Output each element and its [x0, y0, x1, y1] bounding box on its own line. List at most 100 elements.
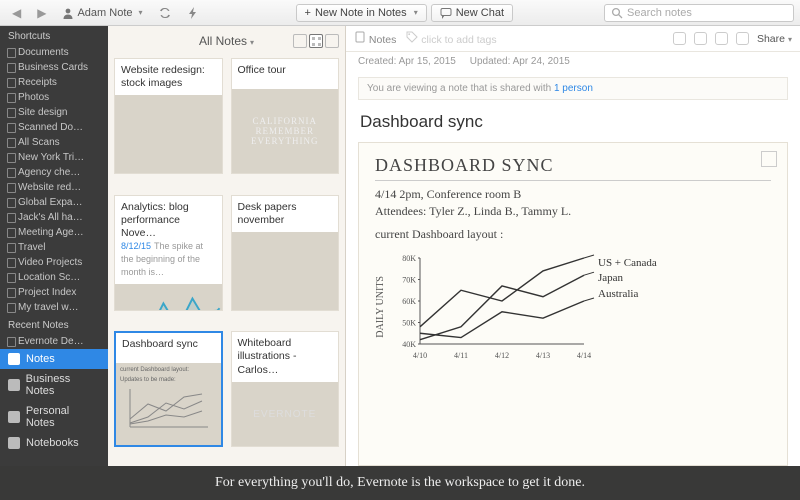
- main-area: Shortcuts DocumentsBusiness CardsReceipt…: [0, 26, 800, 466]
- sync-button[interactable]: [153, 5, 177, 21]
- sidebar-shortcut[interactable]: Location Sc…: [0, 270, 108, 285]
- note-meta: Created: Apr 15, 2015 Updated: Apr 24, 2…: [346, 52, 800, 71]
- nav-forward-button[interactable]: ▶: [31, 4, 52, 22]
- sidebar-shortcut[interactable]: Video Projects: [0, 255, 108, 270]
- view-list-icon[interactable]: [293, 34, 307, 48]
- share-notice: You are viewing a note that is shared wi…: [358, 77, 788, 100]
- sidebar-shortcut[interactable]: Photos: [0, 90, 108, 105]
- info-icon[interactable]: [715, 32, 728, 45]
- sidebar-shortcut[interactable]: My travel w…: [0, 300, 108, 315]
- note-card[interactable]: Website redesign: stock images: [114, 58, 223, 174]
- bolt-icon: [187, 7, 199, 19]
- note-body[interactable]: DASHBOARD SYNC 4/14 2pm, Conference room…: [358, 142, 788, 466]
- sidebar-shortcut[interactable]: Meeting Age…: [0, 225, 108, 240]
- plus-icon: +: [305, 7, 311, 19]
- card-title: Analytics: blog performance Nove…8/12/15…: [115, 196, 222, 285]
- note-toolbar: Notes click to add tags Share: [346, 26, 800, 52]
- tag-icon: [406, 31, 418, 43]
- present-icon[interactable]: [694, 32, 707, 45]
- sidebar-shortcut[interactable]: Documents: [0, 45, 108, 60]
- paper-line: Attendees: Tyler Z., Linda B., Tammy L.: [375, 204, 771, 219]
- sidebar-shortcut[interactable]: Agency che…: [0, 165, 108, 180]
- notes-column-header: All Notes: [108, 26, 345, 56]
- sidebar-primary-personal-notes[interactable]: Personal Notes: [0, 401, 108, 433]
- card-thumb: [115, 95, 222, 173]
- card-title: Desk papers november: [232, 196, 339, 232]
- view-grid-icon[interactable]: [309, 34, 323, 48]
- sidebar-primary-business-notes[interactable]: Business Notes: [0, 369, 108, 401]
- nav-icon: [8, 353, 20, 365]
- top-toolbar: ◀ ▶ Adam Note + New Note in Notes New Ch…: [0, 0, 800, 26]
- new-chat-label: New Chat: [456, 7, 504, 19]
- svg-text:60K: 60K: [402, 297, 416, 306]
- activity-button[interactable]: [181, 5, 205, 21]
- share-button[interactable]: Share: [757, 33, 792, 45]
- sidebar-shortcut[interactable]: Website red…: [0, 180, 108, 195]
- share-notice-link[interactable]: 1 person: [554, 83, 593, 94]
- account-menu[interactable]: Adam Note: [56, 5, 148, 21]
- legend-item: Japan: [598, 271, 657, 286]
- note-card[interactable]: Whiteboard illustrations - Carlos…: [231, 331, 340, 447]
- card-title: Whiteboard illustrations - Carlos…: [232, 332, 339, 381]
- note-pane: Notes click to add tags Share Created: A…: [346, 26, 800, 466]
- search-input[interactable]: Search notes: [604, 4, 794, 22]
- notebook-icon: [354, 31, 366, 43]
- user-icon: [62, 7, 74, 19]
- trash-icon[interactable]: [736, 32, 749, 45]
- note-title[interactable]: Dashboard sync: [346, 106, 800, 142]
- svg-text:50K: 50K: [402, 319, 416, 328]
- image-menu-icon[interactable]: [761, 151, 777, 167]
- note-card[interactable]: Desk papers november: [231, 195, 340, 311]
- sketch-chart: DAILY UNITS 40K50K60K70K80K4/104/114/124…: [375, 252, 771, 362]
- new-chat-button[interactable]: New Chat: [431, 4, 513, 22]
- svg-text:40K: 40K: [402, 340, 416, 349]
- account-label: Adam Note: [77, 7, 132, 19]
- note-card[interactable]: Analytics: blog performance Nove…8/12/15…: [114, 195, 223, 311]
- chat-icon: [440, 7, 452, 19]
- tags-field[interactable]: click to add tags: [406, 31, 496, 46]
- sidebar-shortcut[interactable]: Receipts: [0, 75, 108, 90]
- nav-back-button[interactable]: ◀: [6, 4, 27, 22]
- sidebar-recent-item[interactable]: Evernote De…: [0, 334, 108, 349]
- note-card[interactable]: Dashboard synccurrent Dashboard layout:U…: [114, 331, 223, 447]
- card-thumb: current Dashboard layout:Updates to be m…: [116, 363, 221, 445]
- note-card[interactable]: Office tour: [231, 58, 340, 174]
- svg-text:4/11: 4/11: [454, 351, 468, 360]
- sync-icon: [159, 7, 171, 19]
- sidebar-shortcuts-header: Shortcuts: [0, 26, 108, 45]
- new-note-button[interactable]: + New Note in Notes: [296, 4, 427, 22]
- svg-text:4/12: 4/12: [495, 351, 509, 360]
- nav-icon: [8, 411, 20, 423]
- notes-view-title[interactable]: All Notes: [199, 34, 254, 48]
- svg-text:80K: 80K: [402, 254, 416, 263]
- sidebar-shortcut[interactable]: Site design: [0, 105, 108, 120]
- paper-line: current Dashboard layout :: [375, 227, 771, 242]
- sidebar-shortcut[interactable]: New York Tri…: [0, 150, 108, 165]
- chart-legend: US + CanadaJapanAustralia: [598, 256, 657, 362]
- sidebar-primary-notes[interactable]: Notes: [0, 349, 108, 369]
- sidebar-recent-header: Recent Notes: [0, 315, 108, 334]
- card-title: Website redesign: stock images: [115, 59, 222, 95]
- search-icon: [611, 7, 623, 19]
- view-snippet-icon[interactable]: [325, 34, 339, 48]
- sidebar-shortcut[interactable]: Business Cards: [0, 60, 108, 75]
- paper-line: 4/14 2pm, Conference room B: [375, 187, 771, 202]
- reminder-icon[interactable]: [673, 32, 686, 45]
- sidebar-shortcut[interactable]: Jack's All ha…: [0, 210, 108, 225]
- nav-icon: [8, 437, 20, 449]
- breadcrumb[interactable]: Notes: [354, 31, 396, 46]
- sidebar-shortcut[interactable]: Travel: [0, 240, 108, 255]
- card-thumb: [115, 284, 222, 309]
- legend-item: Australia: [598, 287, 657, 302]
- svg-text:70K: 70K: [402, 276, 416, 285]
- sidebar-primary-notebooks[interactable]: Notebooks: [0, 433, 108, 453]
- notes-column: All Notes Website redesign: stock images…: [108, 26, 346, 466]
- sidebar: Shortcuts DocumentsBusiness CardsReceipt…: [0, 26, 108, 466]
- sidebar-shortcut[interactable]: Project Index: [0, 285, 108, 300]
- sidebar-shortcut[interactable]: All Scans: [0, 135, 108, 150]
- sidebar-shortcut[interactable]: Global Expa…: [0, 195, 108, 210]
- svg-text:4/13: 4/13: [536, 351, 550, 360]
- sidebar-shortcut[interactable]: Scanned Do…: [0, 120, 108, 135]
- paper-heading: DASHBOARD SYNC: [375, 155, 771, 181]
- svg-text:4/14: 4/14: [577, 351, 591, 360]
